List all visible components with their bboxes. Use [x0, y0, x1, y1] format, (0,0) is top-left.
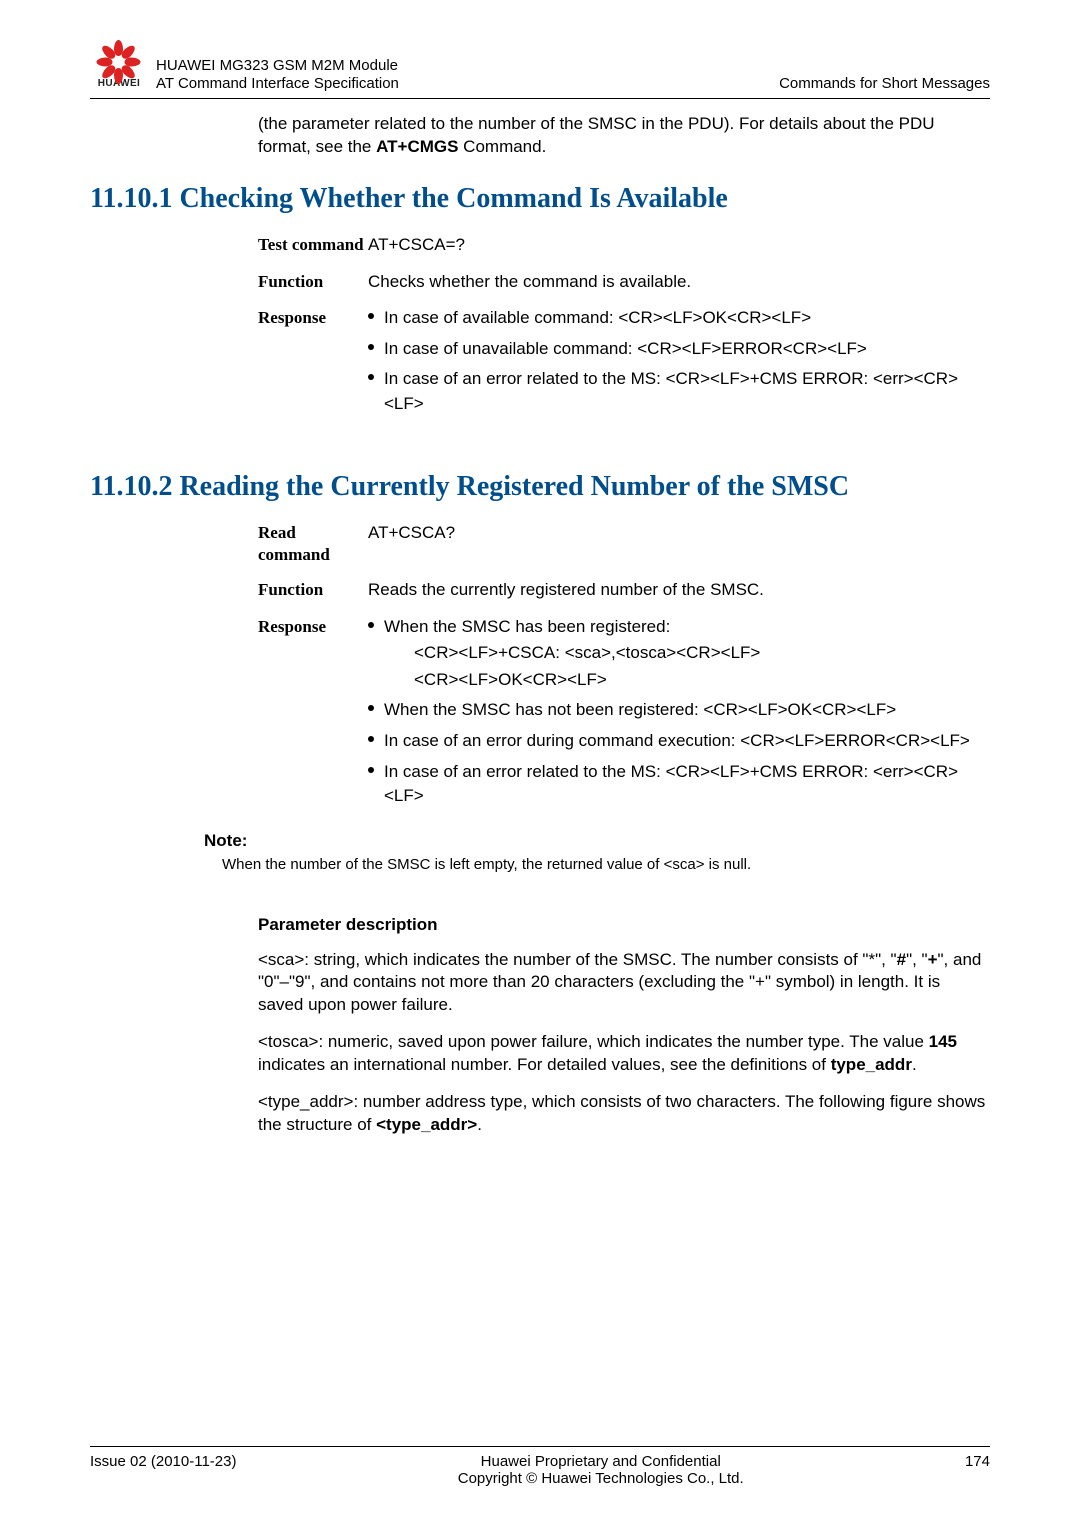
page-footer: Issue 02 (2010-11-23) Huawei Proprietary… [90, 1446, 990, 1487]
intro-paragraph: (the parameter related to the number of … [258, 113, 990, 159]
test-command-value: AT+CSCA=? [368, 233, 990, 258]
response-item-text: When the SMSC has been registered: [384, 617, 670, 636]
function-label: Function [258, 578, 368, 603]
sec1-table: Test command AT+CSCA=? Function Checks w… [258, 233, 990, 423]
response-item: In case of an error related to the MS: <… [368, 760, 990, 809]
function-value: Checks whether the command is available. [368, 270, 990, 295]
response-item: In case of an error during command execu… [368, 729, 990, 754]
sec2-table: Read command AT+CSCA? Function Reads the… [258, 521, 990, 815]
response-item: When the SMSC has not been registered: <… [368, 698, 990, 723]
read-command-value: AT+CSCA? [368, 521, 990, 566]
response-label: Response [258, 306, 368, 423]
response-label: Response [258, 615, 368, 815]
function-label: Function [258, 270, 368, 295]
response-list: In case of available command: <CR><LF>OK… [368, 306, 990, 417]
huawei-logo: HUAWEI [90, 38, 148, 96]
response-item: In case of an error related to the MS: <… [368, 367, 990, 416]
note-block: Note: When the number of the SMSC is lef… [204, 831, 990, 875]
section-11-10-2-heading: 11.10.2 Reading the Currently Registered… [90, 471, 990, 503]
read-command-label: Read command [258, 521, 368, 566]
response-item: In case of available command: <CR><LF>OK… [368, 306, 990, 331]
note-text: When the number of the SMSC is left empt… [222, 855, 990, 875]
footer-copyright: Copyright © Huawei Technologies Co., Ltd… [236, 1470, 964, 1487]
note-label: Note: [204, 831, 990, 851]
page-header: HUAWEI HUAWEI MG323 GSM M2M Module AT Co… [90, 38, 990, 99]
footer-issue: Issue 02 (2010-11-23) [90, 1453, 236, 1487]
response-subline: <CR><LF>+CSCA: <sca>,<tosca><CR><LF> [414, 641, 990, 666]
param-sca: <sca>: string, which indicates the numbe… [258, 949, 990, 1018]
response-subline: <CR><LF>OK<CR><LF> [414, 668, 990, 693]
response-item: When the SMSC has been registered: <CR><… [368, 615, 990, 693]
response-item: In case of unavailable command: <CR><LF>… [368, 337, 990, 362]
section-11-10-1-heading: 11.10.1 Checking Whether the Command Is … [90, 183, 990, 215]
param-type-addr: <type_addr>: number address type, which … [258, 1091, 990, 1137]
header-section-name: Commands for Short Messages [779, 75, 990, 94]
header-title-line2: AT Command Interface Specification [156, 75, 399, 94]
function-value: Reads the currently registered number of… [368, 578, 990, 603]
parameter-description-heading: Parameter description [258, 915, 990, 935]
footer-proprietary: Huawei Proprietary and Confidential [236, 1453, 964, 1470]
footer-page-number: 174 [965, 1453, 990, 1487]
response-list: When the SMSC has been registered: <CR><… [368, 615, 990, 809]
header-title-line1: HUAWEI MG323 GSM M2M Module [156, 57, 399, 76]
param-tosca: <tosca>: numeric, saved upon power failu… [258, 1031, 990, 1077]
header-titles: HUAWEI MG323 GSM M2M Module AT Command I… [156, 57, 399, 95]
test-command-label: Test command [258, 233, 368, 258]
